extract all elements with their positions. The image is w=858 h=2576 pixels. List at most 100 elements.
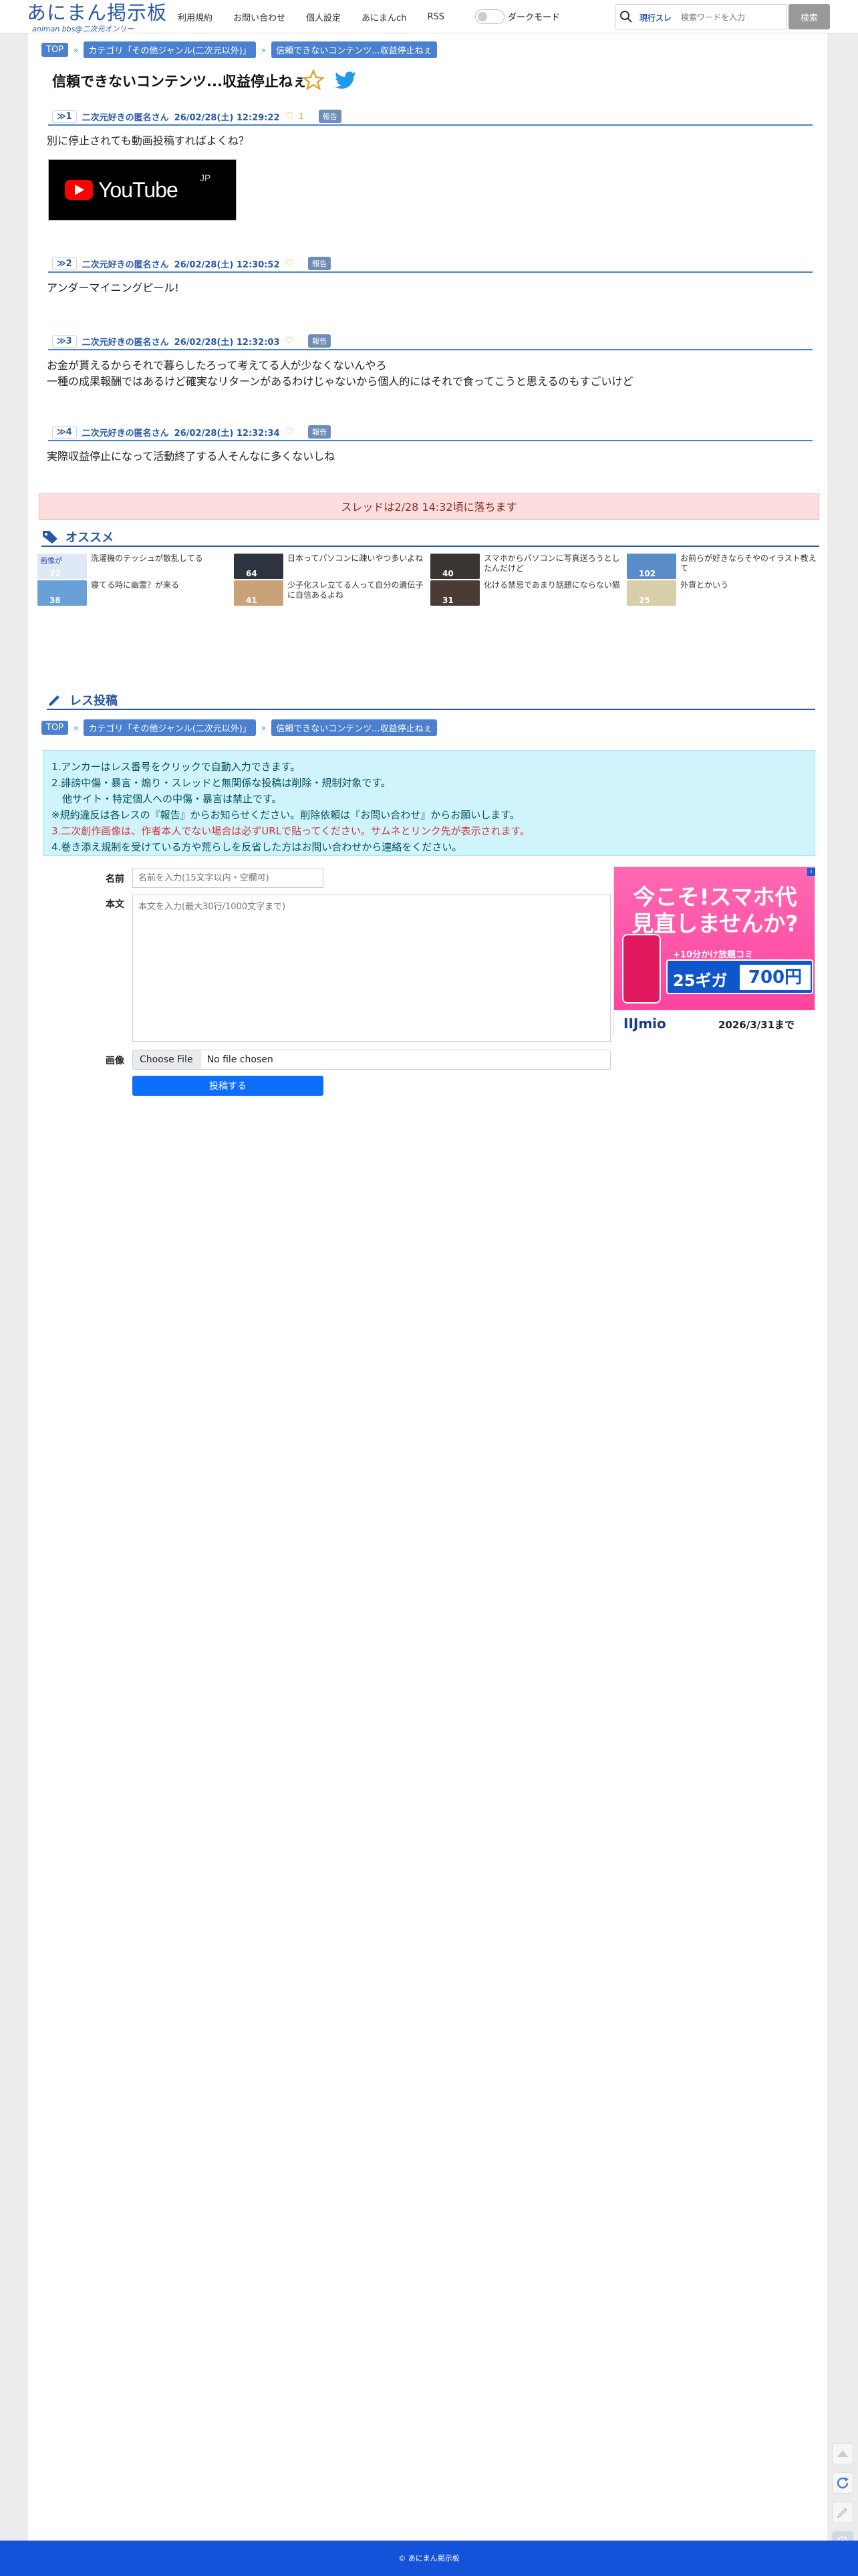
recommend-text: 寝てる時に幽霊？が来る bbox=[91, 580, 180, 590]
breadcrumb-thread[interactable]: 信頼できないコンテンツ...収益停止ねぇ bbox=[271, 41, 437, 58]
like-icon[interactable]: ♡ bbox=[285, 427, 294, 437]
recommend-text: 外貨とかいう bbox=[680, 580, 729, 590]
rule-2: 2.誹謗中傷・暴言・煽り・スレッドと無関係な投稿は削除・規制対象です。 bbox=[51, 777, 391, 789]
tag-icon bbox=[43, 531, 57, 544]
advertisement[interactable]: 今こそ!スマホ代 見直しませんか? +10分かけ放題コミ 25ギガ 700円 I… bbox=[613, 866, 816, 1036]
ad-phone-image bbox=[622, 934, 661, 1004]
post-number[interactable]: ≫1 bbox=[52, 110, 77, 123]
comment-count: 31 bbox=[442, 596, 454, 605]
breadcrumb-bottom: TOP » カテゴリ「その他ジャンル(二次元以外)」 » 信頼できないコンテンツ..… bbox=[41, 719, 437, 736]
ad-date: 2026/3/31まで bbox=[718, 1019, 795, 1031]
post-number[interactable]: ≫3 bbox=[52, 334, 77, 348]
recommend-text: 少子化スレ立てる人って自分の遺伝子に自信あるよね bbox=[287, 580, 424, 600]
site-logo[interactable]: あにまん掲示板 animan bbs@二次元オンリー bbox=[27, 1, 168, 33]
dark-mode-label: ダークモード bbox=[508, 13, 561, 23]
recommend-thumb: 64 bbox=[234, 554, 283, 579]
breadcrumb-category[interactable]: カテゴリ「その他ジャンル(二次元以外)」 bbox=[84, 719, 256, 736]
post-date: 26/02/28(土) 12:29:22 bbox=[174, 112, 280, 123]
rule-note: ※規約違反は各レスの『報告』からお知らせください。削除依頼は『お問い合わせ』から… bbox=[51, 809, 520, 821]
youtube-region: JP bbox=[200, 172, 210, 183]
name-label: 名前 bbox=[106, 874, 124, 885]
nav-settings[interactable]: 個人設定 bbox=[306, 11, 341, 23]
breadcrumb-top[interactable]: TOP bbox=[41, 721, 69, 735]
breadcrumb-thread[interactable]: 信頼できないコンテンツ...収益停止ねぇ bbox=[271, 719, 437, 736]
nav-animanch[interactable]: あにまんch bbox=[362, 11, 406, 23]
recommend-thumb: 102 bbox=[627, 554, 676, 579]
post-number[interactable]: ≫2 bbox=[52, 257, 77, 270]
twitter-share-icon[interactable] bbox=[334, 71, 357, 91]
choose-file-button[interactable]: Choose File bbox=[133, 1050, 200, 1069]
like-icon[interactable]: ♡ bbox=[285, 336, 294, 346]
breadcrumb-sep: » bbox=[261, 723, 267, 733]
post-form-header: レス投稿 bbox=[47, 691, 815, 710]
comment-count: 102 bbox=[639, 569, 656, 578]
like-count: 1 bbox=[299, 112, 304, 121]
ad-headline-2: 見直しませんか? bbox=[631, 911, 799, 937]
search-box: 現行スレ bbox=[615, 4, 787, 29]
ad-info-icon[interactable]: i bbox=[807, 868, 815, 876]
recommend-text: 日本ってパソコンに疎いやつ多いよね bbox=[287, 554, 424, 563]
search-button[interactable]: 検索 bbox=[789, 4, 830, 29]
recommend-title: オススメ bbox=[65, 531, 114, 545]
file-input[interactable]: Choose File No file chosen bbox=[132, 1050, 611, 1070]
post-header: ≫4 二次元好きの匿名さん 26/02/28(土) 12:32:34 ♡ 報告 bbox=[48, 424, 813, 441]
recommend-item[interactable]: 画像が 72 洗濯機のテッシュが散乱してる bbox=[37, 554, 233, 579]
breadcrumb: TOP » カテゴリ「その他ジャンル(二次元以外)」 » 信頼できないコンテンツ..… bbox=[41, 41, 437, 58]
ad-offer: +10分かけ放題コミ bbox=[673, 950, 753, 960]
recommend-thumb: 40 bbox=[430, 554, 480, 579]
report-button[interactable]: 報告 bbox=[308, 334, 331, 348]
recommend-thumb: 41 bbox=[234, 580, 283, 606]
recommend-item[interactable]: 31 化ける禁忌であまり話題にならない猫 bbox=[430, 580, 625, 606]
thread-expiry-notice: スレッドは2/28 14:32頃に落ちます bbox=[39, 493, 819, 520]
post-number[interactable]: ≫4 bbox=[52, 425, 77, 439]
ad-plan-box: +10分かけ放題コミ 25ギガ 700円 bbox=[666, 950, 813, 994]
thumb-text: 画像が bbox=[40, 556, 62, 565]
nav-contact[interactable]: お問い合わせ bbox=[233, 11, 285, 23]
nav-rss[interactable]: RSS bbox=[427, 12, 444, 22]
recommend-item[interactable]: 64 日本ってパソコンに疎いやつ多いよね bbox=[234, 554, 429, 579]
search-input[interactable] bbox=[681, 11, 781, 24]
youtube-wordmark: YouTube bbox=[98, 178, 178, 202]
report-button[interactable]: 報告 bbox=[308, 425, 331, 439]
post-body: アンダーマイニングピール! bbox=[47, 281, 179, 294]
breadcrumb-top[interactable]: TOP bbox=[41, 43, 69, 57]
body-label: 本文 bbox=[106, 899, 124, 910]
post-body: 実際収益停止になって活動終了する人そんなに多くないしね bbox=[47, 450, 335, 463]
body-textarea[interactable] bbox=[132, 895, 611, 1042]
edit-icon[interactable] bbox=[832, 2502, 853, 2523]
post-author: 二次元好きの匿名さん bbox=[82, 259, 169, 270]
breadcrumb-sep: » bbox=[74, 723, 79, 733]
post-image-youtube[interactable]: YouTube JP bbox=[48, 159, 237, 221]
name-field[interactable] bbox=[132, 868, 323, 888]
breadcrumb-sep: » bbox=[74, 45, 79, 55]
report-button[interactable]: 報告 bbox=[318, 110, 341, 123]
nav-terms[interactable]: 利用規約 bbox=[178, 11, 212, 23]
post-author: 二次元好きの匿名さん bbox=[82, 112, 169, 123]
logo-main: あにまん掲示板 bbox=[27, 1, 168, 24]
recommend-text: お前らが好きならそやのイラスト教えて bbox=[680, 554, 817, 573]
image-label: 画像 bbox=[106, 1056, 124, 1066]
dark-mode-toggle[interactable] bbox=[475, 9, 505, 24]
recommend-item[interactable]: 25 外貨とかいう bbox=[627, 580, 822, 606]
recommend-thumb: 25 bbox=[627, 580, 676, 606]
recommend-item[interactable]: 41 少子化スレ立てる人って自分の遺伝子に自信あるよね bbox=[234, 580, 429, 606]
submit-button[interactable]: 投稿する bbox=[132, 1076, 323, 1096]
breadcrumb-sep: » bbox=[261, 45, 267, 55]
recommend-header: オススメ bbox=[41, 528, 819, 547]
like-icon[interactable]: ♡ bbox=[285, 258, 294, 269]
rule-2-sub: 他サイト・特定個人への中傷・暴言は禁止です。 bbox=[62, 793, 282, 805]
recommend-item[interactable]: 102 お前らが好きならそやのイラスト教えて bbox=[627, 554, 822, 579]
recommend-item[interactable]: 38 寝てる時に幽霊？が来る bbox=[37, 580, 233, 606]
search-scope[interactable]: 現行スレ bbox=[639, 12, 672, 23]
like-icon[interactable]: ♡ bbox=[285, 111, 294, 122]
post-body: お金が貰えるからそれで暮らしたろって考えてる人が少なくないんやろ bbox=[47, 359, 387, 372]
search-icon[interactable] bbox=[619, 10, 633, 23]
scroll-top-icon[interactable] bbox=[832, 2443, 853, 2464]
report-button[interactable]: 報告 bbox=[308, 257, 331, 270]
thread-title: 信頼できないコンテンツ...収益停止ねぇ bbox=[52, 74, 307, 90]
favorite-star-icon[interactable] bbox=[302, 69, 325, 92]
recommend-item[interactable]: 40 スマホからパソコンに写真送ろうとしたんだけど bbox=[430, 554, 625, 579]
breadcrumb-category[interactable]: カテゴリ「その他ジャンル(二次元以外)」 bbox=[84, 41, 256, 58]
reload-icon[interactable] bbox=[832, 2472, 853, 2494]
posting-rules: 1.アンカーはレス番号をクリックで自動入力できます。 2.誹謗中傷・暴言・煽り・… bbox=[43, 750, 815, 856]
